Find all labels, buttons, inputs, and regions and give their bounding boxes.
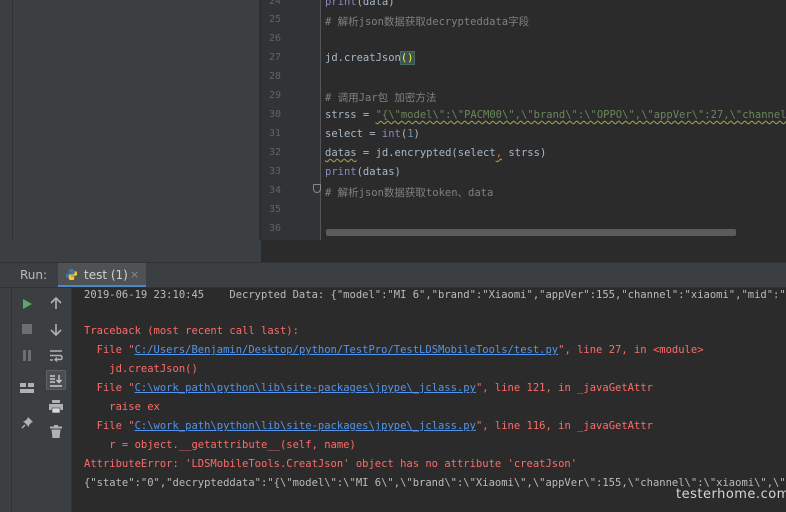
code-line-34: # 解析json数据获取token、data	[325, 187, 494, 199]
code-line-29: # 调用Jar包 加密方法	[325, 92, 437, 104]
play-icon	[23, 299, 32, 309]
restore-layout-button[interactable]	[17, 378, 37, 398]
run-toolbar-primary	[12, 288, 42, 512]
console-line-file: File "C:\work_path\python\lib\site-packa…	[84, 382, 653, 394]
code-line-27: jd.creatJson()	[325, 51, 415, 65]
stop-icon	[22, 324, 32, 334]
editor-footer	[261, 240, 786, 262]
line-number: 29	[268, 90, 281, 101]
left-tool-strip	[0, 0, 13, 262]
file-link[interactable]: C:\work_path\python\lib\site-packages\jp…	[135, 420, 476, 432]
pin-icon	[20, 416, 33, 429]
console-line-code: r = object.__getattribute__(self, name)	[84, 439, 356, 451]
scroll-down-button[interactable]	[46, 319, 66, 339]
print-icon	[49, 399, 63, 413]
project-panel-footer	[0, 240, 261, 262]
soft-wrap-icon	[50, 349, 63, 362]
line-number-gutter: 24 25 26 27 28 29 30 31 32 33 34 35 36	[261, 0, 321, 240]
line-number: 27	[268, 52, 281, 63]
line-number: 26	[268, 33, 281, 44]
run-tab-label: test (1)	[84, 268, 128, 282]
console-line-traceback: Traceback (most recent call last):	[84, 325, 299, 337]
fold-marker-icon[interactable]	[313, 184, 321, 193]
close-tab-icon[interactable]: ×	[130, 268, 139, 281]
project-panel	[13, 0, 259, 262]
watermark: testerhome.com	[676, 487, 786, 502]
soft-wrap-button[interactable]	[46, 345, 66, 365]
code-line-32: datas = jd.encrypted(select, strss)	[325, 147, 547, 159]
matched-parens: ()	[399, 51, 415, 65]
run-label: Run:	[20, 268, 48, 282]
line-number: 25	[268, 14, 281, 25]
trash-icon	[50, 424, 62, 438]
arrow-down-icon	[50, 323, 62, 336]
console-line-error: AttributeError: 'LDSMobileTools.CreatJso…	[84, 458, 578, 470]
code-line-25: # 解析json数据获取decrypteddata字段	[325, 16, 530, 28]
console-line-file: File "C:\work_path\python\lib\site-packa…	[84, 420, 653, 432]
console-line: 2019-06-19 23:10:45 Decrypted Data: {"mo…	[84, 289, 786, 301]
run-toolbar-secondary	[42, 288, 72, 512]
code-line-31: select = int(1)	[325, 128, 420, 140]
run-console[interactable]: 2019-06-19 23:10:45 Decrypted Data: {"mo…	[72, 288, 786, 512]
arrow-up-icon	[50, 296, 62, 309]
file-link[interactable]: C:/Users/Benjamin/Desktop/python/TestPro…	[135, 344, 559, 356]
code-editor[interactable]: print(data) # 解析json数据获取decrypteddata字段 …	[321, 0, 786, 240]
print-button[interactable]	[46, 396, 66, 416]
clear-all-button[interactable]	[46, 421, 66, 441]
line-number: 34	[268, 185, 281, 196]
line-number: 32	[268, 147, 281, 158]
scroll-up-button[interactable]	[46, 293, 66, 313]
stop-button[interactable]	[17, 319, 37, 339]
scroll-to-end-icon	[50, 374, 62, 387]
layout-icon	[20, 383, 34, 393]
rerun-button[interactable]	[17, 294, 37, 314]
code-line-30: strss = "{\"model\":\"PACM00\",\"brand\"…	[325, 109, 786, 121]
line-number: 36	[268, 223, 281, 234]
console-line-file: File "C:/Users/Benjamin/Desktop/python/T…	[84, 344, 704, 356]
python-icon	[65, 268, 78, 281]
line-number: 31	[268, 128, 281, 139]
line-number: 28	[268, 71, 281, 82]
console-line-code: raise ex	[84, 401, 160, 413]
code-line-33: print(datas)	[325, 166, 401, 178]
file-link[interactable]: C:\work_path\python\lib\site-packages\jp…	[135, 382, 476, 394]
pause-icon	[23, 349, 31, 361]
line-number: 33	[268, 166, 281, 177]
pin-tab-button[interactable]	[17, 412, 37, 432]
code-line-24: print(data)	[325, 0, 395, 8]
pause-button[interactable]	[17, 345, 37, 365]
line-number: 24	[268, 0, 281, 7]
line-number: 30	[268, 109, 281, 120]
line-number: 35	[268, 204, 281, 215]
scroll-to-end-button[interactable]	[46, 370, 66, 390]
console-line-code: jd.creatJson()	[84, 363, 198, 375]
favorites-strip[interactable]	[0, 288, 12, 512]
editor-horizontal-scrollbar[interactable]	[326, 229, 736, 236]
